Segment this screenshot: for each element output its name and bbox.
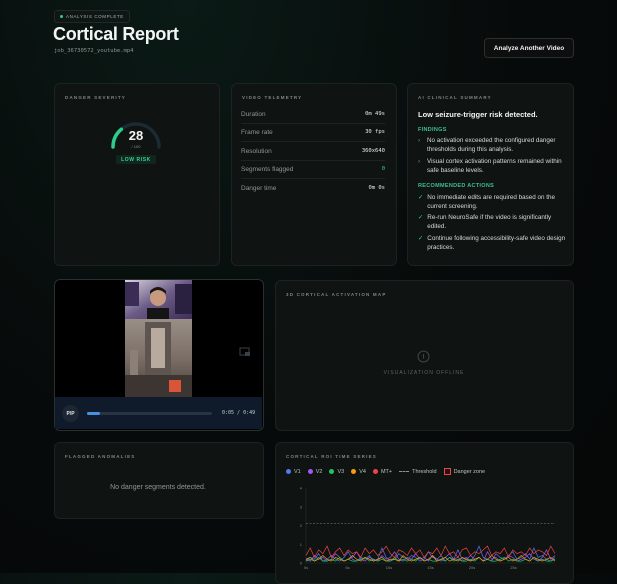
- severity-score: 28: [128, 128, 144, 143]
- status-badge-label: ANALYSIS COMPLETE: [66, 14, 124, 19]
- job-id: job_36730572_youtube.mp4: [54, 48, 134, 54]
- legend-item[interactable]: MT+: [372, 469, 392, 475]
- visualization-status: VISUALIZATION OFFLINE: [383, 370, 465, 376]
- video-frame: [125, 280, 192, 397]
- telemetry-value: 0m 49s: [365, 111, 385, 117]
- telemetry-row-danger-time: Danger time 0m 0s: [241, 179, 385, 197]
- series-line-v2: [305, 549, 556, 562]
- telemetry-label: Frame rate: [241, 128, 273, 136]
- action-item: ✓ Re-run NeuroSafe if the video is signi…: [418, 214, 552, 230]
- video-time: 0:05 / 0:49: [222, 410, 256, 416]
- telemetry-row-duration: Duration 0m 49s: [241, 105, 385, 124]
- legend-dot-icon: [372, 469, 378, 474]
- legend-threshold: Threshold: [399, 469, 437, 475]
- info-icon: [417, 350, 430, 363]
- danger-severity-card: [54, 83, 220, 266]
- action-item: ✓ Continue following accessibility-safe …: [418, 235, 566, 251]
- no-anomalies-message: No danger segments detected.: [110, 484, 206, 491]
- risk-level-badge: LOW RISK: [116, 155, 156, 164]
- check-icon: ✓: [418, 235, 424, 242]
- danger-severity-title: DANGER SEVERITY: [65, 95, 127, 100]
- telemetry-row-resolution: Resolution 360x640: [241, 142, 385, 161]
- activation-map-title: 3D CORTICAL ACTIVATION MAP: [286, 292, 387, 297]
- legend-item[interactable]: V1: [286, 469, 301, 475]
- actions-heading: RECOMMENDED ACTIONS: [418, 183, 495, 189]
- legend-item[interactable]: V2: [307, 469, 322, 475]
- dashed-line-icon: [399, 471, 410, 472]
- legend-dot-icon: [351, 469, 357, 474]
- telemetry-title: VIDEO TELEMETRY: [242, 95, 303, 100]
- legend-dot-icon: [329, 469, 335, 474]
- ai-summary-headline: Low seizure-trigger risk detected.: [418, 110, 538, 119]
- status-dot-icon: [60, 15, 63, 18]
- check-icon: ✓: [418, 194, 424, 201]
- telemetry-value: 360x640: [361, 148, 385, 154]
- play-pause-button[interactable]: P/P: [62, 405, 79, 422]
- x-tick-label: 0s: [304, 565, 308, 570]
- legend-item[interactable]: V4: [351, 469, 366, 475]
- finding-item: › Visual cortex activation patterns rema…: [418, 158, 562, 174]
- legend-dot-icon: [286, 469, 291, 474]
- flagged-anomalies-title: FLAGGED ANOMALIES: [65, 454, 136, 459]
- y-tick-label: 1: [300, 542, 303, 547]
- x-tick-label: 25s: [510, 565, 516, 570]
- y-tick-label: 4: [300, 486, 303, 491]
- telemetry-value: 30 fps: [365, 129, 385, 135]
- x-tick-label: 5s: [345, 565, 349, 570]
- chevron-right-icon: ›: [418, 158, 421, 165]
- video-progress-bar[interactable]: [87, 412, 212, 415]
- telemetry-label: Segments flagged: [241, 165, 294, 173]
- x-tick-label: 10s: [386, 565, 392, 570]
- y-tick-label: 3: [300, 504, 303, 509]
- y-tick-label: 0: [300, 561, 303, 566]
- page-title: Cortical Report: [53, 24, 179, 44]
- telemetry-value: 0m 0s: [368, 185, 385, 191]
- y-tick-label: 2: [300, 523, 303, 528]
- video-progress-fill: [87, 412, 100, 415]
- telemetry-label: Danger time: [241, 184, 277, 192]
- finding-item: › No activation exceeded the configured …: [418, 137, 556, 153]
- roi-timeseries-title: CORTICAL ROI TIME SERIES: [286, 454, 377, 459]
- status-badge: ANALYSIS COMPLETE: [54, 10, 130, 23]
- telemetry-row-segments-flagged: Segments flagged 0: [241, 160, 385, 179]
- telemetry-label: Resolution: [241, 147, 272, 155]
- chevron-right-icon: ›: [418, 137, 421, 144]
- legend-danger-zone: Danger zone: [443, 468, 485, 475]
- analyze-another-video-button[interactable]: Analyze Another Video: [484, 38, 574, 58]
- x-tick-label: 20s: [469, 565, 475, 570]
- legend-dot-icon: [307, 469, 313, 474]
- findings-heading: FINDINGS: [418, 127, 447, 133]
- check-icon: ✓: [418, 214, 424, 221]
- danger-zone-swatch-icon: [443, 468, 451, 475]
- legend-item[interactable]: V3: [329, 469, 344, 475]
- telemetry-row-frame-rate: Frame rate 30 fps: [241, 123, 385, 142]
- series-line-mtplus: [305, 545, 556, 559]
- fullscreen-icon[interactable]: [239, 347, 251, 357]
- telemetry-value: 0: [381, 166, 385, 172]
- action-item: ✓ No immediate edits are required based …: [418, 194, 556, 210]
- ai-summary-title: AI CLINICAL SUMMARY: [418, 95, 492, 100]
- x-tick-label: 15s: [427, 565, 433, 570]
- severity-score-max: / 100: [131, 144, 141, 149]
- telemetry-label: Duration: [241, 110, 266, 118]
- roi-timeseries-chart: 0 1 2 3 4 0s 5s 10s 15s 20s 25s: [300, 486, 556, 570]
- chart-legend: V1 V2 V3 V4 MT+ Threshold Danger zone: [286, 468, 492, 475]
